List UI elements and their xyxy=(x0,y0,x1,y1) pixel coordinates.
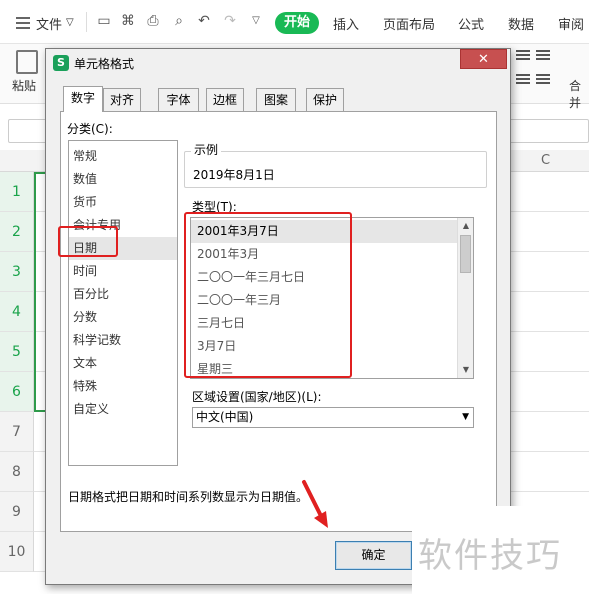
dialog-title-bar[interactable]: S 单元格格式 ✕ xyxy=(46,49,510,77)
close-button[interactable]: ✕ xyxy=(460,49,507,69)
category-item[interactable]: 分数 xyxy=(69,306,177,329)
scroll-up-arrow-icon[interactable]: ▲ xyxy=(458,218,473,234)
highlight-box-types xyxy=(184,212,352,378)
save-icon[interactable]: ▭ xyxy=(96,13,112,29)
category-item[interactable]: 文本 xyxy=(69,352,177,375)
print-icon[interactable]: ⎙ xyxy=(145,13,161,29)
tab-alignment[interactable]: 对齐 xyxy=(103,88,141,111)
column-header-c[interactable]: C xyxy=(541,153,550,168)
category-item[interactable]: 常规 xyxy=(69,145,177,168)
wps-app-icon: S xyxy=(53,55,69,71)
align-icon[interactable] xyxy=(516,50,530,62)
row-header[interactable]: 2 xyxy=(0,212,34,252)
row-header[interactable]: 3 xyxy=(0,252,34,292)
redo-icon[interactable]: ↷ xyxy=(222,13,238,29)
tab-data[interactable]: 数据 xyxy=(508,14,534,33)
menu-bar: 文件 ▽ ▭ ⌘ ⎙ ⌕ ↶ ↷ ▽ 开始 插入 页面布局 公式 数据 审阅 xyxy=(0,0,589,44)
tab-number[interactable]: 数字 xyxy=(63,86,103,112)
watermark: 软件技巧 xyxy=(418,536,562,576)
tab-protection[interactable]: 保护 xyxy=(306,88,344,111)
menu-file[interactable]: 文件 xyxy=(36,14,62,33)
region-label: 区域设置(国家/地区)(L): xyxy=(192,390,322,404)
red-arrow-icon xyxy=(302,480,328,528)
highlight-box-category xyxy=(58,226,118,257)
divider xyxy=(86,12,87,32)
more-icon[interactable]: ▽ xyxy=(248,13,264,29)
dialog-title: 单元格格式 xyxy=(74,57,135,71)
row-header[interactable]: 9 xyxy=(0,492,34,532)
tab-border[interactable]: 边框 xyxy=(206,88,244,111)
tab-insert[interactable]: 插入 xyxy=(333,14,359,33)
row-header[interactable]: 8 xyxy=(0,452,34,492)
row-header[interactable]: 4 xyxy=(0,292,34,332)
tab-start[interactable]: 开始 xyxy=(275,12,319,34)
undo-icon[interactable]: ↶ xyxy=(196,13,212,29)
row-header[interactable]: 1 xyxy=(0,172,34,212)
chevron-down-icon[interactable]: ▽ xyxy=(66,17,74,28)
align-icon[interactable] xyxy=(516,74,530,86)
merge-button-label[interactable]: 合并 xyxy=(569,77,589,111)
row-header[interactable]: 10 xyxy=(0,532,34,572)
format-painter-icon[interactable]: ⌘ xyxy=(120,13,136,29)
tab-page-layout[interactable]: 页面布局 xyxy=(383,14,435,33)
category-label: 分类(C): xyxy=(67,122,113,136)
category-item[interactable]: 科学记数 xyxy=(69,329,177,352)
paste-button-label[interactable]: 粘贴 xyxy=(12,77,36,94)
region-select[interactable]: 中文(中国) ▼ xyxy=(192,407,474,428)
paste-icon[interactable] xyxy=(16,50,38,74)
dropdown-arrow-icon[interactable]: ▼ xyxy=(462,408,469,427)
category-item[interactable]: 自定义 xyxy=(69,398,177,421)
ok-button[interactable]: 确定 xyxy=(335,541,412,570)
category-description: 日期格式把日期和时间系列数显示为日期值。 xyxy=(68,490,309,504)
category-item[interactable]: 特殊 xyxy=(69,375,177,398)
align-icon[interactable] xyxy=(536,50,550,62)
sample-label: 示例 xyxy=(191,141,222,158)
row-header[interactable]: 7 xyxy=(0,412,34,452)
align-icon[interactable] xyxy=(536,74,550,86)
hamburger-icon[interactable] xyxy=(16,17,30,32)
row-header[interactable]: 6 xyxy=(0,372,34,412)
tab-font[interactable]: 字体 xyxy=(158,88,199,111)
tab-pattern[interactable]: 图案 xyxy=(256,88,296,111)
category-item[interactable]: 数值 xyxy=(69,168,177,191)
scrollbar-thumb[interactable] xyxy=(460,235,471,273)
category-item[interactable]: 百分比 xyxy=(69,283,177,306)
region-select-value: 中文(中国) xyxy=(196,410,254,424)
tab-formula[interactable]: 公式 xyxy=(458,14,484,33)
row-header[interactable]: 5 xyxy=(0,332,34,372)
scroll-down-arrow-icon[interactable]: ▼ xyxy=(458,362,473,378)
category-item[interactable]: 时间 xyxy=(69,260,177,283)
sample-value: 2019年8月1日 xyxy=(193,168,275,182)
tab-review[interactable]: 审阅 xyxy=(558,14,584,33)
print-preview-icon[interactable]: ⌕ xyxy=(171,13,187,29)
type-list-scrollbar[interactable]: ▲ ▼ xyxy=(457,218,473,378)
category-item[interactable]: 货币 xyxy=(69,191,177,214)
category-list[interactable]: 常规 数值 货币 会计专用 日期 时间 百分比 分数 科学记数 文本 特殊 自定… xyxy=(68,140,178,466)
